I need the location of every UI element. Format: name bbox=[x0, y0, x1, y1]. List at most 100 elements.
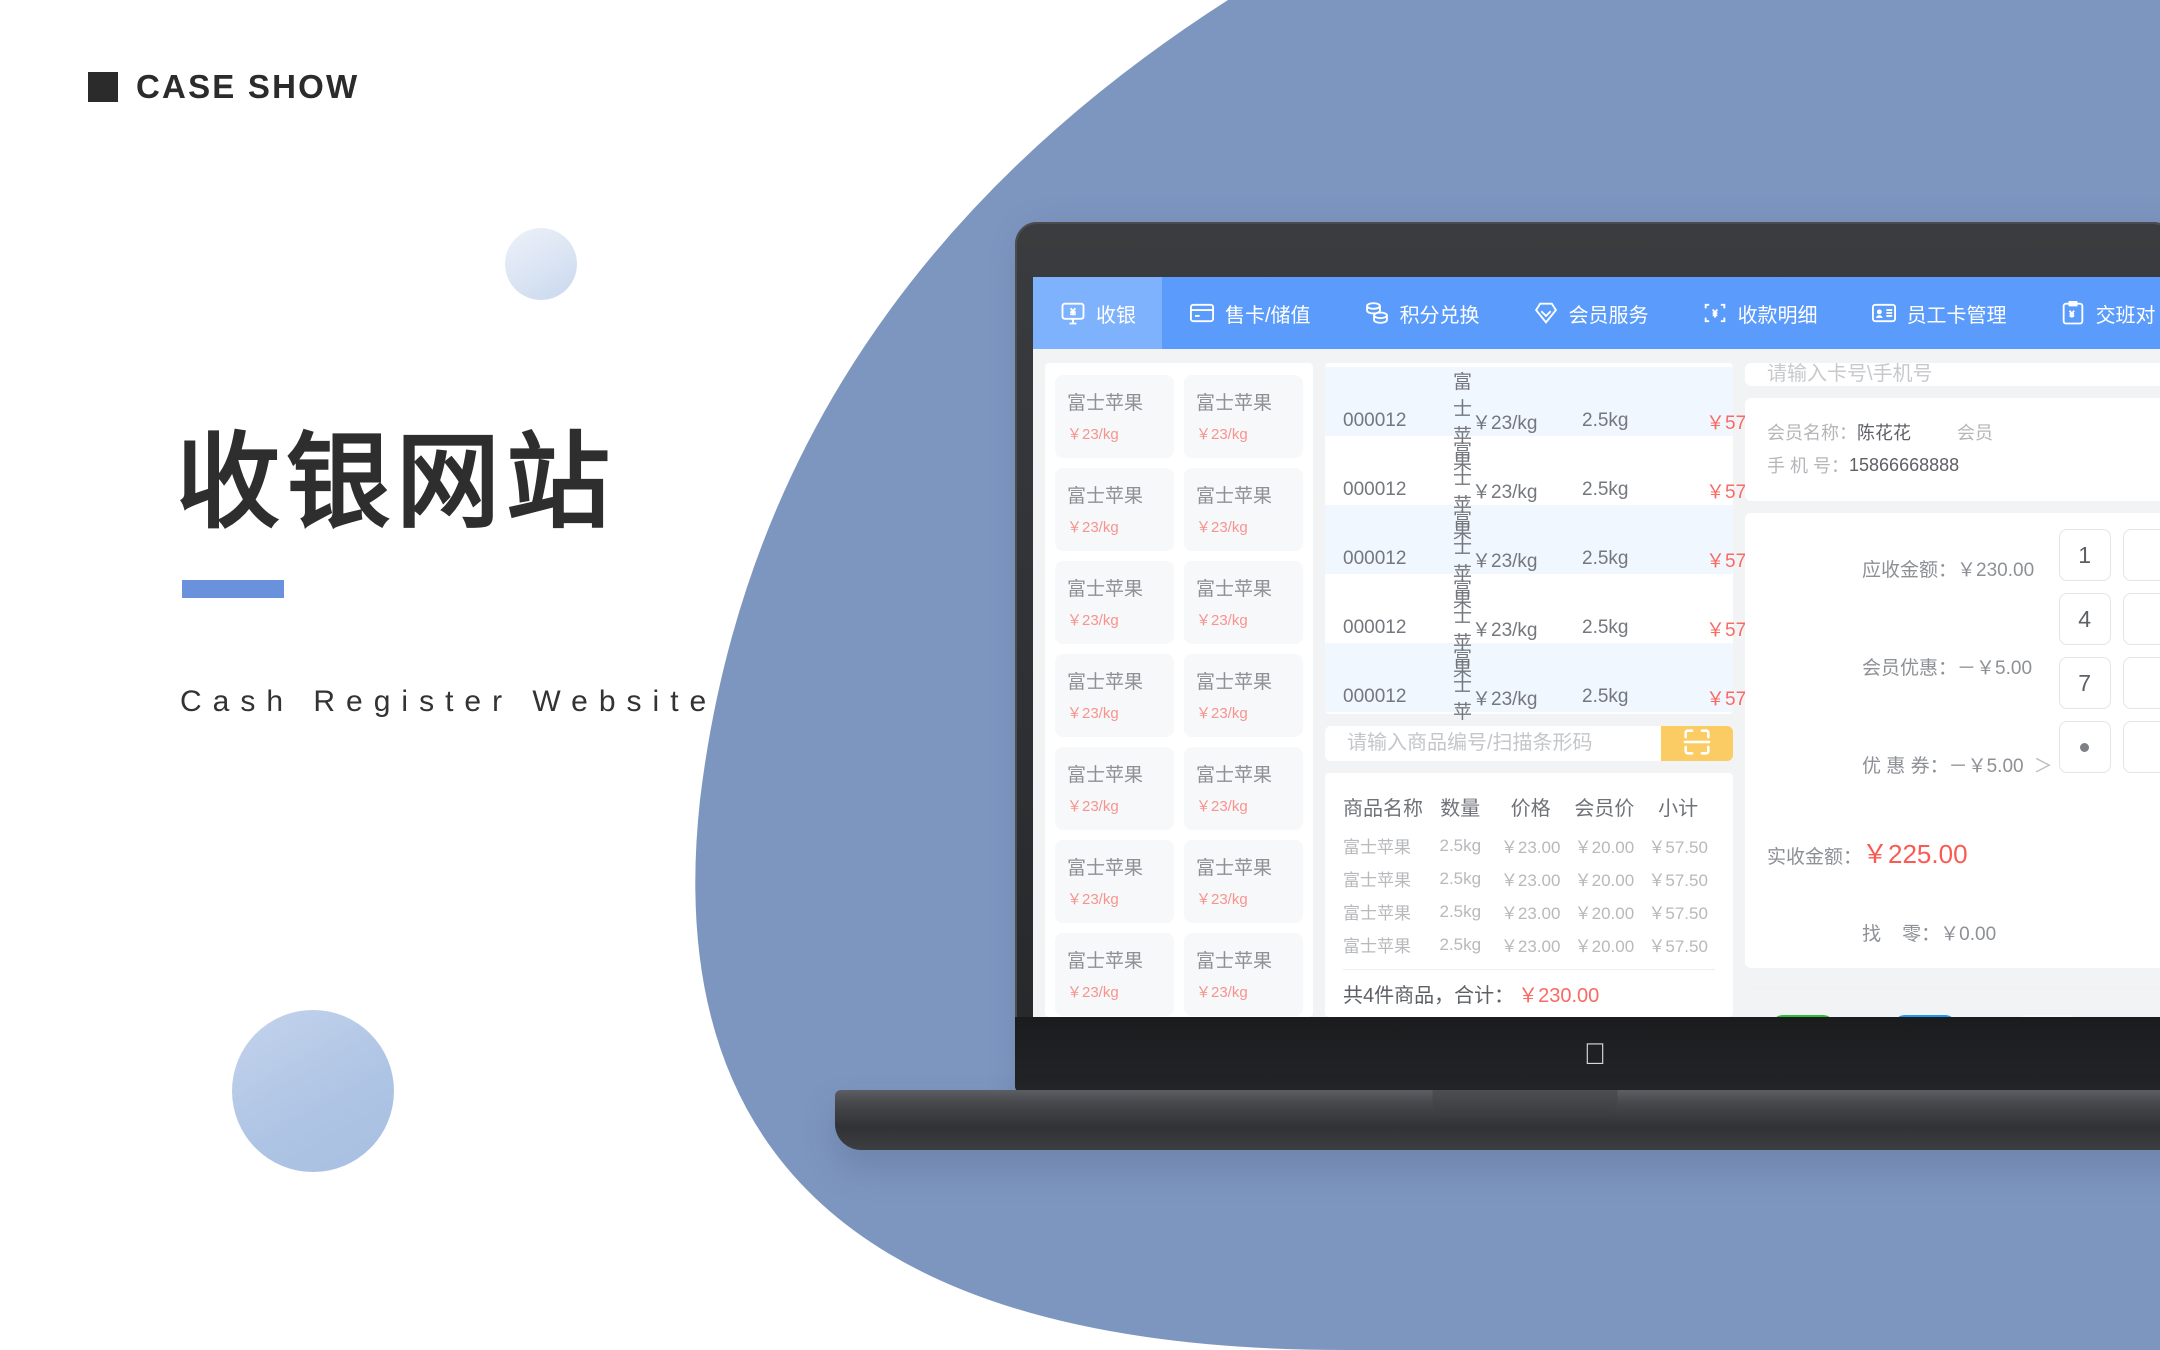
product-card[interactable]: 富士苹果 ￥23/kg bbox=[1055, 468, 1174, 551]
product-price: ￥23/kg bbox=[1067, 798, 1119, 815]
nav-item-checkout[interactable]: 收银 bbox=[1033, 277, 1162, 349]
product-name: 富士苹果 bbox=[1196, 858, 1273, 879]
cart-unit-price: ￥23/kg bbox=[1472, 550, 1538, 572]
product-card[interactable]: 富士苹果 ￥23/kg bbox=[1184, 933, 1303, 1016]
cart-list: 000012 富士苹果 ￥23/kg 2.5kg ￥57.5 000012 富士… bbox=[1325, 363, 1762, 750]
column-header-subtotal: 小计 bbox=[1658, 797, 1699, 820]
barcode-scan-button[interactable] bbox=[1661, 726, 1733, 761]
product-name: 富士苹果 bbox=[1067, 579, 1144, 600]
product-card[interactable]: 富士苹果 ￥23/kg bbox=[1184, 840, 1303, 923]
keypad-key-8[interactable] bbox=[2122, 657, 2160, 709]
cart-unit-price: ￥23/kg bbox=[1472, 412, 1538, 434]
table-row[interactable]: 000012 富士苹果 ￥23/kg 2.5kg ￥57.5 bbox=[1325, 574, 1762, 681]
product-card[interactable]: 富士苹果 ￥23/kg bbox=[1184, 654, 1303, 737]
column-header-member-price: 会员价 bbox=[1574, 797, 1635, 820]
keypad-key-4[interactable]: 4 bbox=[2058, 593, 2111, 645]
keypad-key-1[interactable]: 1 bbox=[2058, 529, 2111, 581]
summary-member-price: ￥20.00 bbox=[1574, 904, 1635, 923]
summary-price: ￥23.00 bbox=[1500, 904, 1561, 923]
product-name: 富士苹果 bbox=[1196, 486, 1273, 507]
amount-received-line: 实收金额：￥225.00 bbox=[1767, 834, 2053, 871]
cart-unit-price: ￥23/kg bbox=[1472, 619, 1538, 641]
cart-code: 000012 bbox=[1343, 479, 1407, 500]
summary-table: 商品名称 数量 价格 会员价 小计 富士苹果 2.5kg ￥23.00 ￥20.… bbox=[1325, 773, 1733, 1017]
keypad-key-0[interactable] bbox=[2122, 721, 2160, 773]
summary-subtotal: ￥57.50 bbox=[1648, 838, 1708, 857]
product-price: ￥23/kg bbox=[1196, 426, 1248, 443]
table-row[interactable]: 000012 富士苹果 ￥23/kg 2.5kg ￥57.5 bbox=[1325, 643, 1762, 750]
product-name: 富士苹果 bbox=[1196, 579, 1273, 600]
summary-member-price: ￥20.00 bbox=[1574, 937, 1635, 956]
laptop-mockup: 收银 售卡/储值 积分兑换 会员服务 收款明细 员工卡管理 交班对 富士苹果 ￥… bbox=[835, 222, 2160, 1172]
summary-footer-total: ￥230.00 bbox=[1518, 985, 1600, 1007]
product-name: 富士苹果 bbox=[1067, 951, 1144, 972]
cart-column: 000012 富士苹果 ￥23/kg 2.5kg ￥57.5 000012 富士… bbox=[1325, 363, 1762, 1017]
summary-qty: 2.5kg bbox=[1439, 934, 1482, 954]
summary-price: ￥23.00 bbox=[1500, 871, 1561, 890]
laptop-chin:  bbox=[1015, 1017, 2160, 1092]
product-card[interactable]: 富士苹果 ￥23/kg bbox=[1184, 747, 1303, 830]
product-card[interactable]: 富士苹果 ￥23/kg bbox=[1184, 561, 1303, 644]
coupon-line[interactable]: 优 惠 券：－￥5.00 ＞ bbox=[1767, 729, 2053, 800]
keypad-key-7[interactable]: 7 bbox=[2058, 657, 2111, 709]
product-price: ￥23/kg bbox=[1067, 612, 1119, 629]
summary-member-price: ￥20.00 bbox=[1574, 838, 1635, 857]
summary-price: ￥23.00 bbox=[1500, 937, 1561, 956]
product-card[interactable]: 富士苹果 ￥23/kg bbox=[1055, 561, 1174, 644]
payment-card: 应收金额：￥230.00 会员优惠：－￥5.00 优 惠 券：－￥5.00 ＞ 实… bbox=[1745, 513, 2160, 968]
laptop-notch bbox=[1432, 1090, 1618, 1114]
table-row[interactable]: 000012 富士苹果 ￥23/kg 2.5kg ￥57.5 bbox=[1325, 367, 1762, 474]
amount-received-label: 实收金额： bbox=[1767, 847, 1863, 868]
product-card[interactable]: 富士苹果 ￥23/kg bbox=[1055, 933, 1174, 1016]
nav-label: 积分兑换 bbox=[1399, 304, 1480, 327]
product-card[interactable]: 富士苹果 ￥23/kg bbox=[1184, 375, 1303, 458]
table-row[interactable]: 000012 富士苹果 ￥23/kg 2.5kg ￥57.5 bbox=[1325, 505, 1762, 612]
product-card[interactable]: 富士苹果 ￥23/kg bbox=[1055, 747, 1174, 830]
nav-item-member-service[interactable]: 会员服务 bbox=[1506, 277, 1675, 349]
page-subtitle: Cash Register Website bbox=[180, 685, 718, 718]
member-search-input[interactable] bbox=[1767, 363, 2153, 386]
product-card[interactable]: 富士苹果 ￥23/kg bbox=[1055, 375, 1174, 458]
summary-name: 富士苹果 bbox=[1343, 871, 1411, 890]
nav-item-staff-card[interactable]: 员工卡管理 bbox=[1844, 277, 2033, 349]
summary-name: 富士苹果 bbox=[1343, 838, 1411, 857]
keypad-key-2[interactable] bbox=[2122, 529, 2160, 581]
apple-logo-icon:  bbox=[1584, 1039, 1607, 1070]
amount-due-value: ￥230.00 bbox=[1957, 560, 2035, 581]
keypad-key-decimal[interactable] bbox=[2058, 721, 2111, 773]
product-price: ￥23/kg bbox=[1196, 705, 1248, 722]
product-panel: 富士苹果 ￥23/kg 富士苹果 ￥23/kg 富士苹果 ￥23/kg 富士苹果… bbox=[1045, 363, 1313, 1017]
scan-yen-icon bbox=[1701, 299, 1729, 327]
product-name: 富士苹果 bbox=[1067, 393, 1144, 414]
product-card[interactable]: 富士苹果 ￥23/kg bbox=[1055, 840, 1174, 923]
summary-subtotal: ￥57.50 bbox=[1648, 871, 1708, 890]
table-row[interactable]: 000012 富士苹果 ￥23/kg 2.5kg ￥57.5 bbox=[1325, 436, 1762, 543]
member-phone-label: 手 机 号： bbox=[1767, 456, 1850, 476]
decorative-circle-small bbox=[505, 228, 577, 300]
member-name-line: 会员名称： 陈花花 会员 bbox=[1767, 419, 2153, 445]
cart-unit-price: ￥23/kg bbox=[1472, 688, 1538, 710]
nav-item-card-sale[interactable]: 售卡/储值 bbox=[1162, 277, 1337, 349]
member-search-bar bbox=[1745, 363, 2160, 386]
member-discount-value: －￥5.00 bbox=[1957, 658, 2033, 679]
product-price: ￥23/kg bbox=[1067, 426, 1119, 443]
change-value: ￥0.00 bbox=[1940, 924, 1997, 945]
product-card[interactable]: 富士苹果 ￥23/kg bbox=[1184, 468, 1303, 551]
nav-label: 交班对 bbox=[2095, 304, 2156, 327]
cash-register-app: 收银 售卡/储值 积分兑换 会员服务 收款明细 员工卡管理 交班对 富士苹果 ￥… bbox=[1033, 277, 2160, 1017]
summary-qty: 2.5kg bbox=[1439, 835, 1482, 855]
member-discount-line: 会员优惠：－￥5.00 bbox=[1767, 631, 2053, 702]
product-card[interactable]: 富士苹果 ￥23/kg bbox=[1055, 654, 1174, 737]
scan-input[interactable] bbox=[1325, 726, 1661, 761]
coupon-value: －￥5.00 bbox=[1948, 756, 2024, 777]
cart-code: 000012 bbox=[1343, 548, 1407, 569]
keypad-key-5[interactable] bbox=[2122, 593, 2160, 645]
nav-label: 收银 bbox=[1096, 304, 1136, 327]
decorative-circle-large bbox=[232, 1010, 394, 1172]
change-line: 找 零：￥0.00 bbox=[1767, 897, 2053, 968]
nav-item-payment-details[interactable]: 收款明细 bbox=[1675, 277, 1844, 349]
nav-item-points-exchange[interactable]: 积分兑换 bbox=[1337, 277, 1506, 349]
nav-item-shift-handover[interactable]: 交班对 bbox=[2033, 277, 2160, 349]
square-bullet-icon bbox=[88, 72, 118, 102]
product-price: ￥23/kg bbox=[1196, 984, 1248, 1001]
